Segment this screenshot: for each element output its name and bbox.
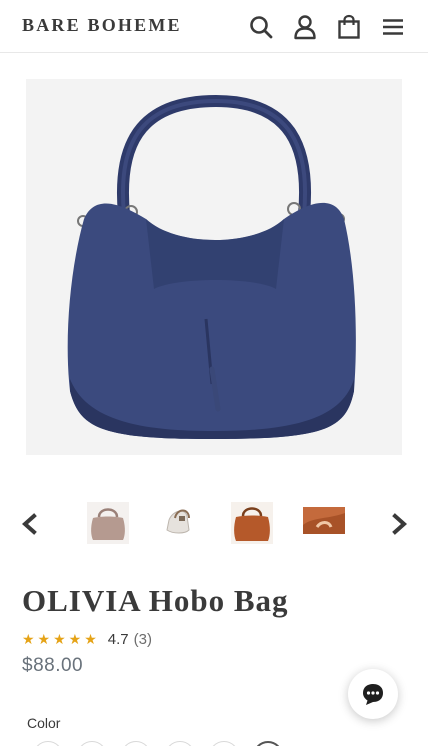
brown-bag-detail-thumbnail[interactable] — [303, 502, 345, 534]
color-swatch[interactable] — [77, 741, 107, 746]
search-icon[interactable] — [248, 14, 274, 40]
color-swatch-selected[interactable] — [253, 741, 283, 746]
site-logo[interactable]: BARE BOHEME — [22, 15, 182, 36]
cognac-bag-thumbnail[interactable] — [231, 502, 273, 544]
product-title: OLIVIA Hobo Bag — [22, 583, 289, 618]
taupe-bag-thumbnail[interactable] — [87, 502, 129, 544]
product-rating[interactable]: ★★★★★ 4.7 (3) — [22, 631, 152, 648]
site-header: BARE BOHEME — [0, 0, 428, 53]
product-price: $88.00 — [22, 655, 84, 676]
account-icon[interactable] — [292, 14, 318, 40]
white-bag-thumbnail[interactable] — [159, 502, 201, 544]
chat-button[interactable] — [348, 669, 398, 719]
rating-stars: ★★★★★ — [22, 631, 100, 647]
chevron-left-icon[interactable] — [20, 513, 40, 535]
rating-value: 4.7 — [107, 631, 129, 648]
menu-icon[interactable] — [380, 14, 406, 40]
review-count[interactable]: (3) — [134, 631, 152, 648]
chat-icon — [363, 684, 383, 705]
color-label: Color — [27, 715, 61, 731]
color-swatch[interactable] — [33, 741, 63, 746]
product-main-image[interactable] — [26, 79, 402, 455]
chevron-right-icon[interactable] — [389, 513, 409, 535]
color-swatch[interactable] — [165, 741, 195, 746]
color-swatch[interactable] — [209, 741, 239, 746]
cart-icon[interactable] — [336, 14, 362, 40]
color-swatch[interactable] — [121, 741, 151, 746]
